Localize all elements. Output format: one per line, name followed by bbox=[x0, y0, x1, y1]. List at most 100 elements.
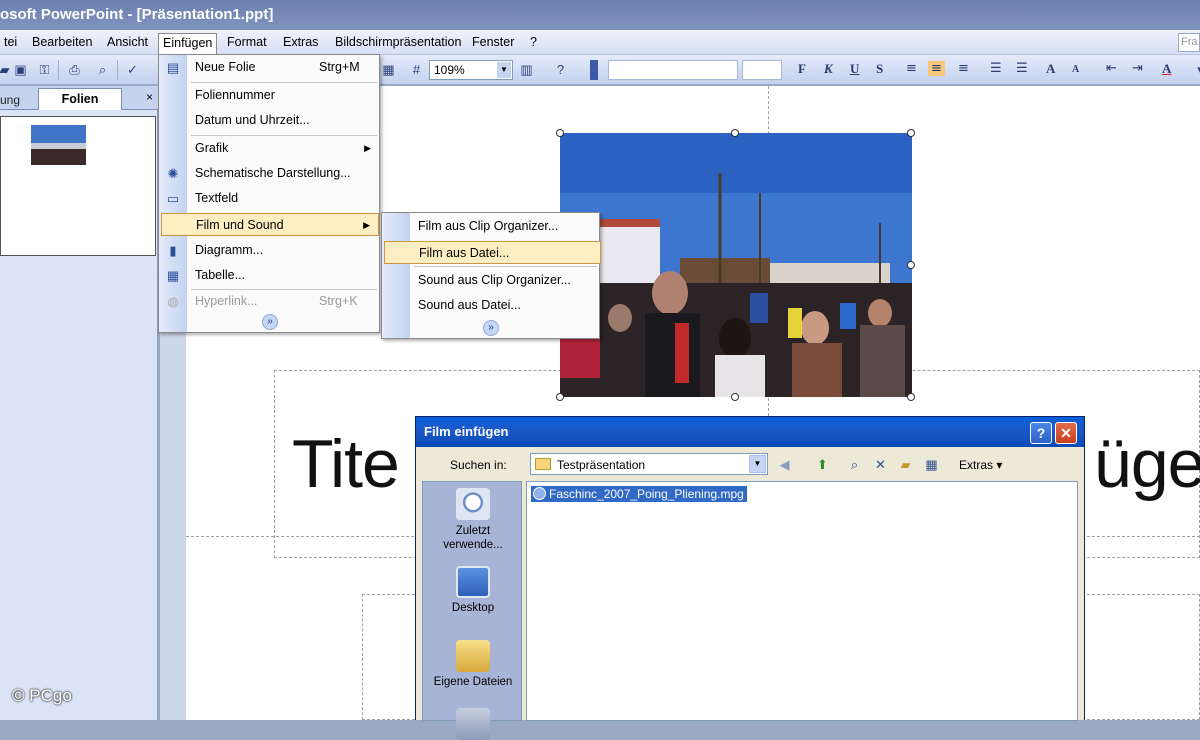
dialog-close-button[interactable]: ✕ bbox=[1055, 422, 1077, 444]
print-preview-icon[interactable]: ⌕ bbox=[94, 61, 111, 78]
place-my-computer[interactable] bbox=[423, 708, 523, 740]
save-icon[interactable]: ▣ bbox=[12, 61, 29, 78]
font-name-select[interactable] bbox=[608, 60, 738, 80]
place-desktop[interactable]: Desktop bbox=[423, 566, 523, 614]
chart-icon: ▮ bbox=[169, 243, 177, 258]
resize-handle[interactable] bbox=[907, 129, 915, 137]
close-icon[interactable]: × bbox=[146, 90, 153, 104]
menu-insert[interactable]: Einfügen bbox=[158, 33, 218, 55]
menu-item-new-slide[interactable]: ▤ Neue Folie Strg+M bbox=[159, 56, 379, 79]
look-in-value: Testpräsentation bbox=[557, 458, 646, 472]
recent-documents-icon bbox=[456, 488, 490, 520]
menu-item-label: Schematische Darstellung... bbox=[195, 166, 351, 180]
menu-item-diagram[interactable]: ✺ Schematische Darstellung... bbox=[159, 162, 379, 185]
views-icon[interactable]: ▦ bbox=[923, 456, 940, 473]
tools-menu-button[interactable]: Extras ▾ bbox=[959, 458, 1002, 472]
ask-question-box[interactable]: Fra bbox=[1178, 33, 1200, 52]
increase-indent-icon[interactable]: ⇥ bbox=[1132, 61, 1143, 76]
resize-handle[interactable] bbox=[731, 129, 739, 137]
zoom-select[interactable]: 109% ▼ bbox=[429, 60, 513, 80]
menu-tools[interactable]: Extras bbox=[279, 33, 322, 52]
align-right-icon[interactable]: ≡ bbox=[958, 61, 969, 76]
menu-item-sound-from-file[interactable]: Sound aus Datei... bbox=[382, 294, 599, 317]
resize-handle[interactable] bbox=[731, 393, 739, 401]
chevron-down-icon[interactable]: ▼ bbox=[497, 62, 511, 78]
search-web-icon[interactable]: ⌕ bbox=[846, 456, 863, 473]
delete-icon[interactable]: ✕ bbox=[872, 456, 889, 473]
place-recent[interactable]: Zuletzt verwende... bbox=[423, 488, 523, 552]
resize-handle[interactable] bbox=[907, 261, 915, 269]
grid-icon[interactable]: # bbox=[408, 61, 425, 78]
slide-title-text-end[interactable]: üge bbox=[1094, 425, 1200, 503]
insert-table-icon[interactable]: ▦ bbox=[380, 61, 397, 78]
menu-item-movie-from-file[interactable]: Film aus Datei... bbox=[384, 241, 601, 264]
menu-view[interactable]: Ansicht bbox=[103, 33, 152, 52]
resize-handle[interactable] bbox=[907, 393, 915, 401]
menu-file[interactable]: tei bbox=[0, 33, 21, 52]
pane-tabs: ung Folien × bbox=[0, 86, 158, 110]
resize-handle[interactable] bbox=[556, 129, 564, 137]
shadow-icon[interactable]: S bbox=[876, 61, 883, 77]
menu-item-table[interactable]: ▦ Tabelle... bbox=[159, 264, 379, 287]
dialog-help-button[interactable]: ? bbox=[1030, 422, 1052, 444]
menu-item-sound-clip-organizer[interactable]: Sound aus Clip Organizer... bbox=[382, 269, 599, 292]
numbering-icon[interactable]: ☰ bbox=[990, 61, 1002, 76]
chevron-down-icon[interactable]: ▼ bbox=[749, 455, 766, 473]
up-folder-icon[interactable]: ⬆ bbox=[814, 456, 831, 473]
menu-item-date-time[interactable]: Datum und Uhrzeit... bbox=[159, 109, 379, 132]
menu-item-label: Film aus Datei... bbox=[419, 246, 510, 260]
resize-handle[interactable] bbox=[556, 393, 564, 401]
expand-menu-chevron-icon[interactable]: » bbox=[262, 314, 278, 330]
menu-item-picture[interactable]: Grafik ▶ bbox=[159, 137, 379, 160]
decrease-indent-icon[interactable]: ⇤ bbox=[1106, 61, 1117, 76]
new-folder-icon[interactable]: ▰ bbox=[897, 456, 914, 473]
dialog-title-bar[interactable]: Film einfügen bbox=[416, 417, 1084, 447]
menu-item-label: Tabelle... bbox=[195, 268, 246, 282]
bullets-icon[interactable]: ☰ bbox=[1016, 61, 1028, 76]
decrease-font-icon[interactable]: A bbox=[1072, 64, 1079, 75]
bold-icon[interactable]: F bbox=[798, 61, 806, 77]
menu-item-textbox[interactable]: ▭ Textfeld bbox=[159, 187, 379, 210]
italic-icon[interactable]: K bbox=[824, 61, 833, 77]
toolbar-grip[interactable] bbox=[590, 60, 598, 80]
menu-item-slide-number[interactable]: Foliennummer bbox=[159, 84, 379, 107]
slide-title-text[interactable]: Tite bbox=[292, 425, 400, 503]
permission-icon[interactable]: ⚿ bbox=[36, 61, 53, 78]
toolbar-separator bbox=[117, 60, 118, 80]
font-color-icon[interactable]: A bbox=[1162, 61, 1171, 77]
align-center-icon[interactable]: ≡ bbox=[928, 61, 945, 76]
tools-menu-label: Extras bbox=[959, 458, 994, 472]
menu-item-movie-clip-organizer[interactable]: Film aus Clip Organizer... bbox=[382, 215, 599, 238]
slide-thumbnail[interactable] bbox=[31, 125, 86, 165]
menu-window[interactable]: Fenster bbox=[468, 33, 518, 52]
menu-help[interactable]: ? bbox=[526, 33, 541, 52]
watermark: © PCgo bbox=[12, 686, 72, 705]
increase-font-icon[interactable]: A bbox=[1046, 61, 1055, 77]
tab-slides[interactable]: Folien bbox=[38, 88, 122, 110]
toolbar-options-icon[interactable]: ▾ bbox=[1192, 61, 1200, 78]
spelling-icon[interactable]: ✓ bbox=[124, 61, 141, 78]
expand-menu-chevron-icon[interactable]: » bbox=[483, 320, 499, 336]
movie-file-icon bbox=[533, 487, 546, 500]
menu-slideshow[interactable]: Bildschirmpräsentation bbox=[331, 33, 465, 52]
menu-item-label: Neue Folie bbox=[195, 60, 256, 74]
underline-icon[interactable]: U bbox=[850, 61, 859, 77]
menu-format[interactable]: Format bbox=[223, 33, 271, 52]
slide-thumbnail-frame[interactable] bbox=[0, 116, 156, 256]
print-icon[interactable]: ⎙ bbox=[66, 61, 83, 78]
folder-icon bbox=[535, 458, 551, 470]
slide-photo[interactable] bbox=[560, 133, 912, 397]
menu-item-movies-sounds[interactable]: Film und Sound ▶ bbox=[161, 213, 379, 236]
help-icon[interactable]: ? bbox=[552, 61, 569, 78]
file-item[interactable]: Faschinc_2007_Poing_Pliening.mpg bbox=[531, 486, 747, 502]
menu-item-shortcut: Strg+M bbox=[319, 60, 360, 74]
menu-item-chart[interactable]: ▮ Diagramm... bbox=[159, 239, 379, 262]
back-icon[interactable]: ◀ bbox=[776, 456, 793, 473]
place-my-documents[interactable]: Eigene Dateien bbox=[423, 640, 523, 688]
font-size-select[interactable] bbox=[742, 60, 782, 80]
align-left-icon[interactable]: ≡ bbox=[906, 61, 917, 76]
look-in-select[interactable]: Testpräsentation ▼ bbox=[530, 453, 768, 475]
grayscale-icon[interactable]: ▥ bbox=[518, 61, 535, 78]
tab-outline[interactable]: ung bbox=[0, 90, 36, 110]
menu-edit[interactable]: Bearbeiten bbox=[28, 33, 96, 52]
